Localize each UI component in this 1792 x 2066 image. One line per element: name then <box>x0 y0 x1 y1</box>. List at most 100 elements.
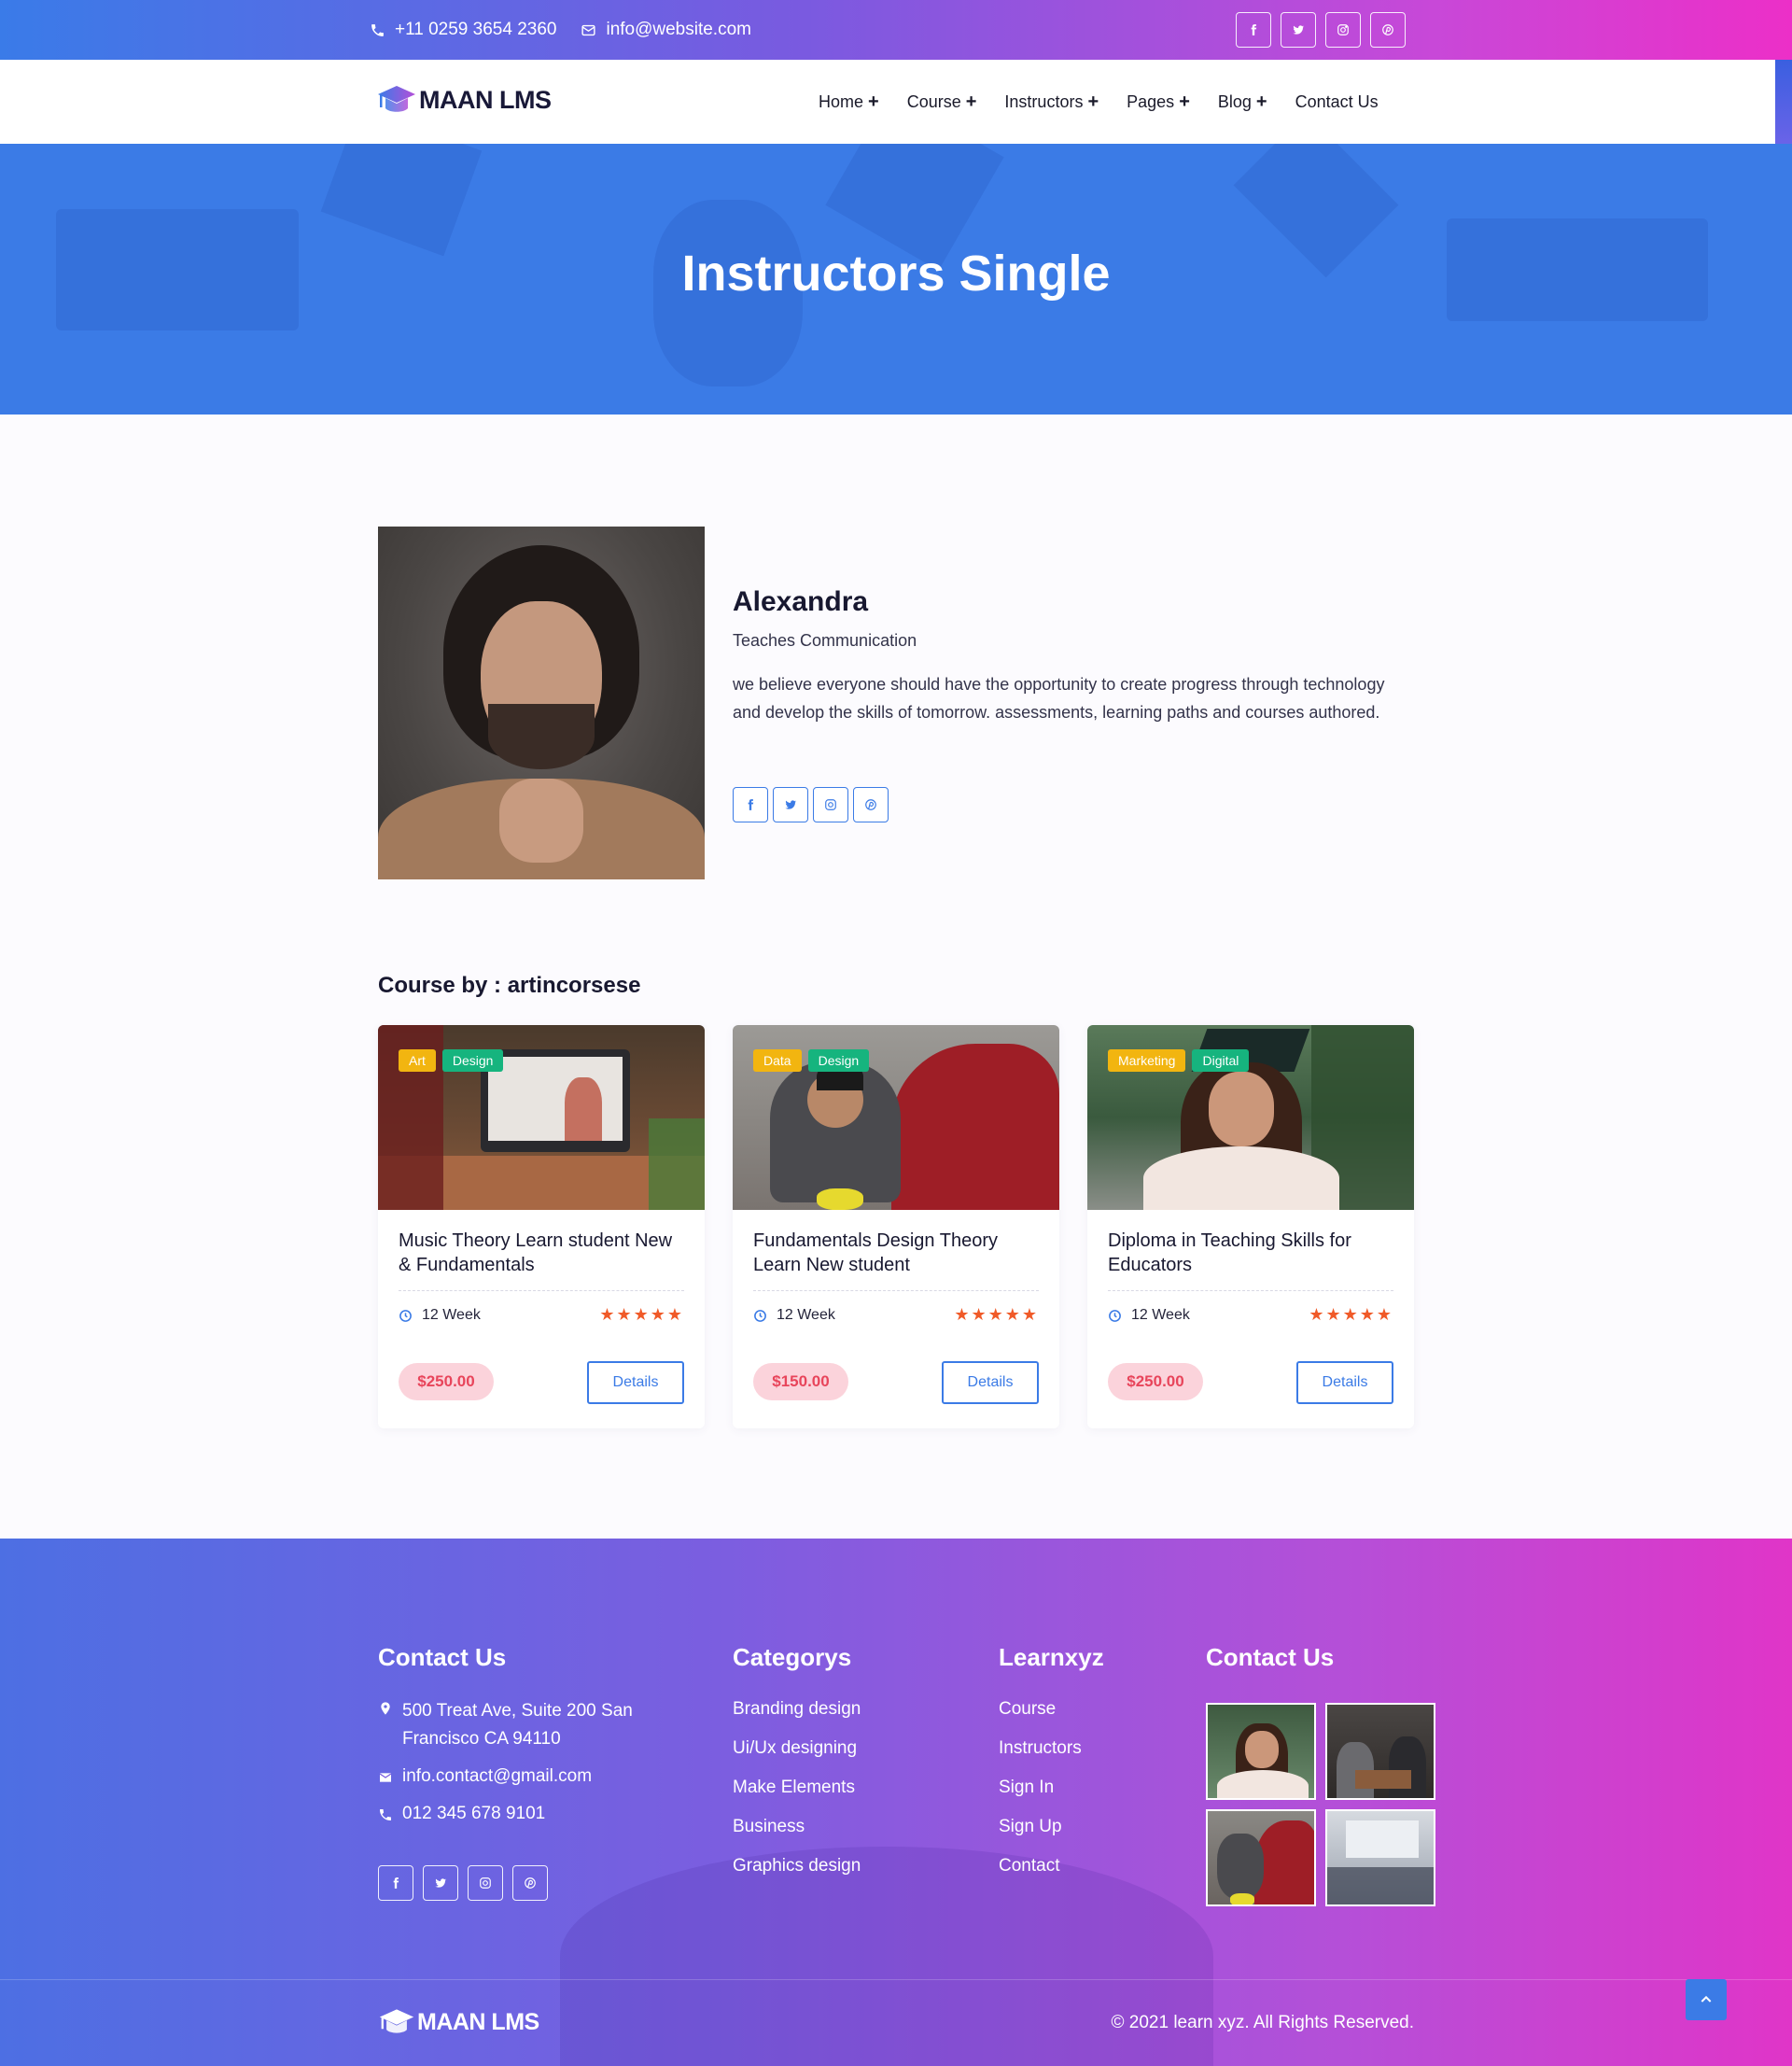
plus-icon: + <box>1255 91 1267 112</box>
top-twitter-link[interactable] <box>1281 12 1316 48</box>
details-button[interactable]: Details <box>587 1361 684 1404</box>
footer-links-heading: Learnxyz <box>999 1643 1104 1671</box>
footer-facebook-link[interactable] <box>378 1865 413 1901</box>
footer-phone[interactable]: 012 345 678 9101 <box>378 1804 667 1824</box>
course-duration-text: 12 Week <box>1131 1307 1190 1323</box>
gallery-thumbnail[interactable] <box>1325 1809 1435 1906</box>
footer-divider <box>0 1979 1792 1980</box>
footer-link[interactable]: Sign Up <box>999 1817 1082 1856</box>
graduation-cap-icon <box>379 2009 414 2033</box>
footer-contact-heading: Contact Us <box>378 1643 507 1671</box>
plus-icon: + <box>1179 91 1190 112</box>
rating-stars: ★★★★★ <box>599 1305 684 1324</box>
top-socials <box>1236 12 1406 48</box>
courses-section-title: Course by : artincorsese <box>378 973 641 998</box>
twitter-icon <box>1293 25 1305 35</box>
instructor-pinterest-link[interactable] <box>853 787 889 822</box>
envelope-icon <box>379 1773 392 1782</box>
footer-link[interactable]: Course <box>999 1699 1082 1738</box>
nav-contact[interactable]: Contact Us <box>1295 92 1379 112</box>
top-email[interactable]: info@website.com <box>581 20 751 40</box>
course-tag[interactable]: Design <box>441 1049 504 1072</box>
course-card[interactable]: Data Design Fundamentals Design Theory L… <box>733 1025 1059 1428</box>
instructor-name: Alexandra <box>733 586 869 617</box>
twitter-icon <box>435 1878 447 1888</box>
footer-gallery <box>1206 1703 1437 1906</box>
plus-icon: + <box>965 91 977 112</box>
course-title[interactable]: Diploma in Teaching Skills for Educators <box>1108 1229 1393 1277</box>
course-price: $150.00 <box>753 1363 848 1400</box>
footer-link[interactable]: Sign In <box>999 1778 1082 1817</box>
details-button[interactable]: Details <box>942 1361 1039 1404</box>
top-facebook-link[interactable] <box>1236 12 1271 48</box>
nav-contact-label: Contact Us <box>1295 91 1379 111</box>
nav-pages[interactable]: Pages + <box>1127 92 1190 112</box>
rating-stars: ★★★★★ <box>1309 1305 1393 1324</box>
nav-instructors[interactable]: Instructors + <box>1004 92 1099 112</box>
instructor-socials <box>733 787 889 822</box>
nav-pages-label: Pages <box>1127 91 1175 111</box>
nav-home[interactable]: Home + <box>819 92 879 112</box>
pinterest-icon <box>1382 24 1393 35</box>
footer-category-link[interactable]: Business <box>733 1817 861 1856</box>
footer-category-link[interactable]: Make Elements <box>733 1778 861 1817</box>
gallery-thumbnail[interactable] <box>1206 1703 1316 1800</box>
course-tag[interactable]: Marketing <box>1108 1049 1186 1072</box>
instructor-facebook-link[interactable] <box>733 787 768 822</box>
footer-category-link[interactable]: Ui/Ux designing <box>733 1738 861 1778</box>
course-title[interactable]: Fundamentals Design Theory Learn New stu… <box>753 1229 1039 1277</box>
footer-pinterest-link[interactable] <box>512 1865 548 1901</box>
course-title[interactable]: Music Theory Learn student New & Fundame… <box>399 1229 684 1277</box>
footer-socials <box>378 1865 548 1901</box>
instructor-twitter-link[interactable] <box>773 787 808 822</box>
site-logo[interactable]: MAAN LMS <box>376 84 552 116</box>
footer-twitter-link[interactable] <box>423 1865 458 1901</box>
course-card[interactable]: Art Design Music Theory Learn student Ne… <box>378 1025 705 1428</box>
footer-contact-info: 500 Treat Ave, Suite 200 San Francisco C… <box>378 1697 667 1824</box>
plus-icon: + <box>1087 91 1099 112</box>
course-tag[interactable]: Data <box>753 1049 802 1072</box>
gallery-thumbnail[interactable] <box>1325 1703 1435 1800</box>
course-tag[interactable]: Design <box>807 1049 870 1072</box>
details-button[interactable]: Details <box>1296 1361 1393 1404</box>
nav-course[interactable]: Course + <box>907 92 977 112</box>
copyright-text: © 2021 learn xyz. All Rights Reserved. <box>1111 2013 1414 2032</box>
footer-links-list: Course Instructors Sign In Sign Up Conta… <box>999 1699 1082 1895</box>
nav-home-label: Home <box>819 91 864 111</box>
course-duration: 12 Week <box>753 1307 835 1324</box>
footer-category-link[interactable]: Branding design <box>733 1699 861 1738</box>
top-pinterest-link[interactable] <box>1370 12 1406 48</box>
top-phone[interactable]: +11 0259 3654 2360 <box>370 20 556 40</box>
footer-email[interactable]: info.contact@gmail.com <box>378 1766 667 1787</box>
nav-blog[interactable]: Blog + <box>1218 92 1267 112</box>
chevron-up-icon <box>1701 1995 1712 2003</box>
course-duration-text: 12 Week <box>422 1307 481 1323</box>
card-divider <box>1108 1290 1393 1291</box>
logo-text: MAAN LMS <box>419 85 552 114</box>
gallery-thumbnail[interactable] <box>1206 1809 1316 1906</box>
site-footer <box>0 1539 1792 2066</box>
instructor-instagram-link[interactable] <box>813 787 848 822</box>
footer-email-text: info.contact@gmail.com <box>402 1766 593 1786</box>
top-contact: +11 0259 3654 2360 info@website.com <box>370 0 751 60</box>
back-to-top-button[interactable] <box>1686 1979 1727 2020</box>
course-tag[interactable]: Digital <box>1192 1049 1250 1072</box>
footer-link[interactable]: Contact <box>999 1856 1082 1895</box>
course-duration-text: 12 Week <box>777 1307 835 1323</box>
course-duration: 12 Week <box>399 1307 481 1324</box>
course-duration: 12 Week <box>1108 1307 1190 1324</box>
nav-blog-label: Blog <box>1217 91 1252 111</box>
top-instagram-link[interactable] <box>1325 12 1361 48</box>
footer-logo[interactable]: MAAN LMS <box>378 2007 539 2037</box>
location-pin-icon <box>381 1702 390 1715</box>
top-bar: +11 0259 3654 2360 info@website.com <box>0 0 1792 60</box>
course-tag[interactable]: Art <box>399 1049 436 1072</box>
scrollbar-edge <box>1775 60 1792 144</box>
footer-category-link[interactable]: Graphics design <box>733 1856 861 1895</box>
course-card[interactable]: Marketing Digital Diploma in Teaching Sk… <box>1087 1025 1414 1428</box>
course-tags: Data Design <box>753 1049 870 1072</box>
footer-instagram-link[interactable] <box>468 1865 503 1901</box>
footer-link[interactable]: Instructors <box>999 1738 1082 1778</box>
clock-icon <box>1109 1309 1121 1322</box>
hero-decoration <box>320 144 483 257</box>
